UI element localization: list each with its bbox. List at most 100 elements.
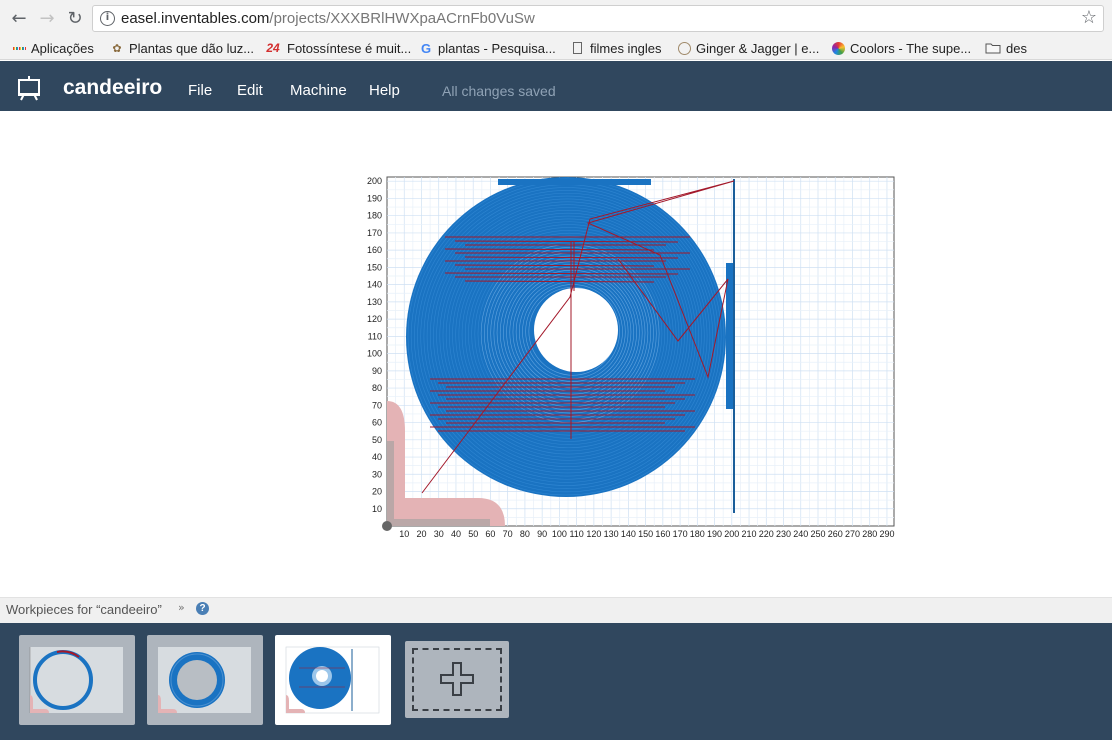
bookmarks-bar: Aplicações ✿ Plantas que dão luz... 24 F… [0, 36, 1112, 60]
toolpath-preview[interactable]: 10 20 30 40 50 60 70 80 90 100 110 120 130 140 150 160 1… [360, 171, 900, 543]
url-text[interactable]: easel.inventables.com/projects/XXXBRlHWX… [121, 10, 535, 27]
y-axis-labels: 10 20 30 40 50 60 70 80 90 100 110 120 130 140 150 160 1… [367, 176, 382, 514]
y-tick-label: 150 [367, 262, 382, 272]
x-tick-label: 50 [468, 529, 478, 539]
y-tick-label: 200 [367, 176, 382, 186]
x-tick-label: 170 [673, 529, 688, 539]
x-tick-label: 60 [485, 529, 495, 539]
x-tick-label: 200 [724, 529, 739, 539]
origin-dot [382, 521, 392, 531]
y-tick-label: 50 [372, 435, 382, 445]
y-tick-label: 10 [372, 504, 382, 514]
y-tick-label: 160 [367, 245, 382, 255]
x-tick-label: 150 [638, 529, 653, 539]
add-workpiece-button[interactable] [405, 641, 509, 718]
plant-icon: ✿ [112, 42, 122, 55]
bookmark-plantas-pesquisa[interactable]: G plantas - Pesquisa... [419, 39, 556, 57]
bookmark-label: des [1006, 40, 1027, 56]
question-icon[interactable]: ? [196, 602, 209, 615]
y-tick-label: 20 [372, 487, 382, 497]
x-tick-label: 160 [655, 529, 670, 539]
bookmark-label: Aplicações [31, 40, 94, 56]
easel-logo-icon[interactable] [16, 75, 42, 101]
bookmark-star-icon[interactable]: ☆ [1081, 7, 1097, 28]
workpieces-label: Workpieces for “candeeiro” [6, 602, 162, 617]
bookmark-fotossintese[interactable]: 24 Fotossíntese é muit... [264, 39, 411, 57]
bookmark-filmes[interactable]: filmes ingles [573, 39, 662, 57]
info-icon[interactable]: i [100, 11, 115, 26]
coolors-icon [832, 41, 845, 55]
x-tick-label: 210 [742, 529, 757, 539]
x-tick-label: 180 [690, 529, 705, 539]
document-icon [573, 42, 582, 54]
y-tick-label: 70 [372, 400, 382, 410]
bookmark-label: Plantas que dão luz... [129, 40, 255, 56]
x-tick-label: 40 [451, 529, 461, 539]
bookmark-label: Coolors - The supe... [850, 40, 972, 56]
x-tick-label: 230 [776, 529, 791, 539]
x-tick-label: 220 [759, 529, 774, 539]
y-tick-label: 100 [367, 349, 382, 359]
app-header [0, 61, 1112, 111]
bookmark-label: filmes ingles [590, 40, 662, 56]
x-tick-label: 70 [503, 529, 513, 539]
y-tick-label: 40 [372, 452, 382, 462]
workpiece-thumbnail-2[interactable] [147, 635, 263, 725]
y-tick-label: 80 [372, 383, 382, 393]
x-tick-label: 110 [569, 529, 583, 539]
project-title[interactable]: candeeiro [63, 76, 162, 100]
y-tick-label: 120 [367, 314, 382, 324]
bookmark-coolors[interactable]: Coolors - The supe... [832, 39, 971, 57]
plus-icon [440, 662, 474, 696]
url-path: /projects/XXXBRlHWXpaACrnFb0VuSw [269, 10, 535, 27]
workpiece-thumbnail-1[interactable] [19, 635, 135, 725]
menu-help[interactable]: Help [369, 82, 400, 99]
bookmark-label: Ginger & Jagger | e... [696, 40, 820, 56]
x-tick-label: 30 [434, 529, 444, 539]
y-tick-label: 170 [367, 228, 382, 238]
menu-file[interactable]: File [188, 82, 212, 99]
workpiece-thumbnail-3[interactable] [275, 635, 391, 725]
google-icon: G [420, 40, 432, 56]
save-status: All changes saved [442, 83, 556, 99]
x-tick-label: 280 [862, 529, 877, 539]
x-tick-label: 270 [845, 529, 860, 539]
x-tick-label: 290 [879, 529, 894, 539]
y-tick-label: 180 [367, 211, 382, 221]
x-tick-label: 20 [416, 529, 426, 539]
bookmark-des[interactable]: des [985, 39, 1027, 57]
browser-toolbar: ← → ↻ i easel.inventables.com/projects/X… [0, 0, 1112, 36]
x-tick-label: 190 [707, 529, 722, 539]
reload-icon[interactable]: ↻ [64, 7, 86, 29]
x-tick-label: 100 [552, 529, 567, 539]
menu-edit[interactable]: Edit [237, 82, 263, 99]
circle-logo-icon [678, 41, 691, 55]
y-tick-label: 90 [372, 366, 382, 376]
bookmark-apps[interactable]: Aplicações [12, 39, 94, 57]
apps-grid-icon [12, 41, 26, 55]
x-tick-label: 90 [537, 529, 547, 539]
y-tick-label: 140 [367, 280, 382, 290]
double-chevron-down-icon[interactable]: » [178, 601, 185, 614]
x-tick-label: 240 [793, 529, 808, 539]
back-icon[interactable]: ← [8, 7, 30, 29]
forward-icon[interactable]: → [36, 7, 58, 29]
x-tick-label: 260 [828, 529, 843, 539]
x-tick-label: 140 [621, 529, 636, 539]
y-tick-label: 190 [367, 193, 382, 203]
x-tick-label: 120 [586, 529, 601, 539]
folder-icon [985, 41, 1001, 55]
bookmark-plantas-luz[interactable]: ✿ Plantas que dão luz... [110, 39, 254, 57]
bookmark-ginger-jagger[interactable]: Ginger & Jagger | e... [678, 39, 819, 57]
y-tick-label: 30 [372, 469, 382, 479]
x-tick-label: 80 [520, 529, 530, 539]
y-tick-label: 110 [368, 331, 382, 341]
url-domain: easel.inventables.com [121, 10, 270, 27]
bookmark-label: plantas - Pesquisa... [438, 40, 556, 56]
menu-machine[interactable]: Machine [290, 82, 347, 99]
x-axis-labels: 10 20 30 40 50 60 70 80 90 100 110 120 130 140 150 160 1… [399, 529, 894, 539]
x-tick-label: 130 [604, 529, 619, 539]
y-tick-label: 130 [367, 297, 382, 307]
address-bar[interactable]: i easel.inventables.com/projects/XXXBRlH… [92, 5, 1104, 32]
y-tick-label: 60 [372, 418, 382, 428]
